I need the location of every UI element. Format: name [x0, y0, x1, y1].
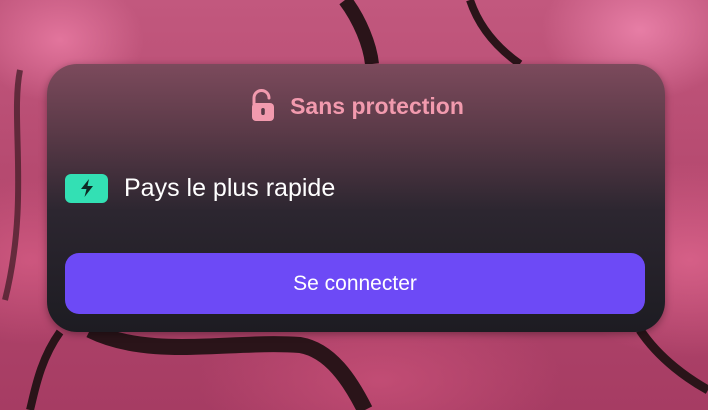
vpn-status-card: Sans protection Pays le plus rapide Se c… [47, 64, 665, 332]
unlocked-padlock-icon [252, 89, 275, 121]
protection-status-label: Sans protection [290, 92, 464, 119]
fastest-server-badge [65, 173, 108, 203]
connect-button[interactable]: Se connecter [65, 253, 645, 314]
server-selection-row[interactable]: Pays le plus rapide [65, 172, 335, 204]
protection-status: Sans protection [47, 86, 665, 126]
lightning-bolt-icon [80, 179, 93, 197]
server-label: Pays le plus rapide [124, 173, 336, 202]
